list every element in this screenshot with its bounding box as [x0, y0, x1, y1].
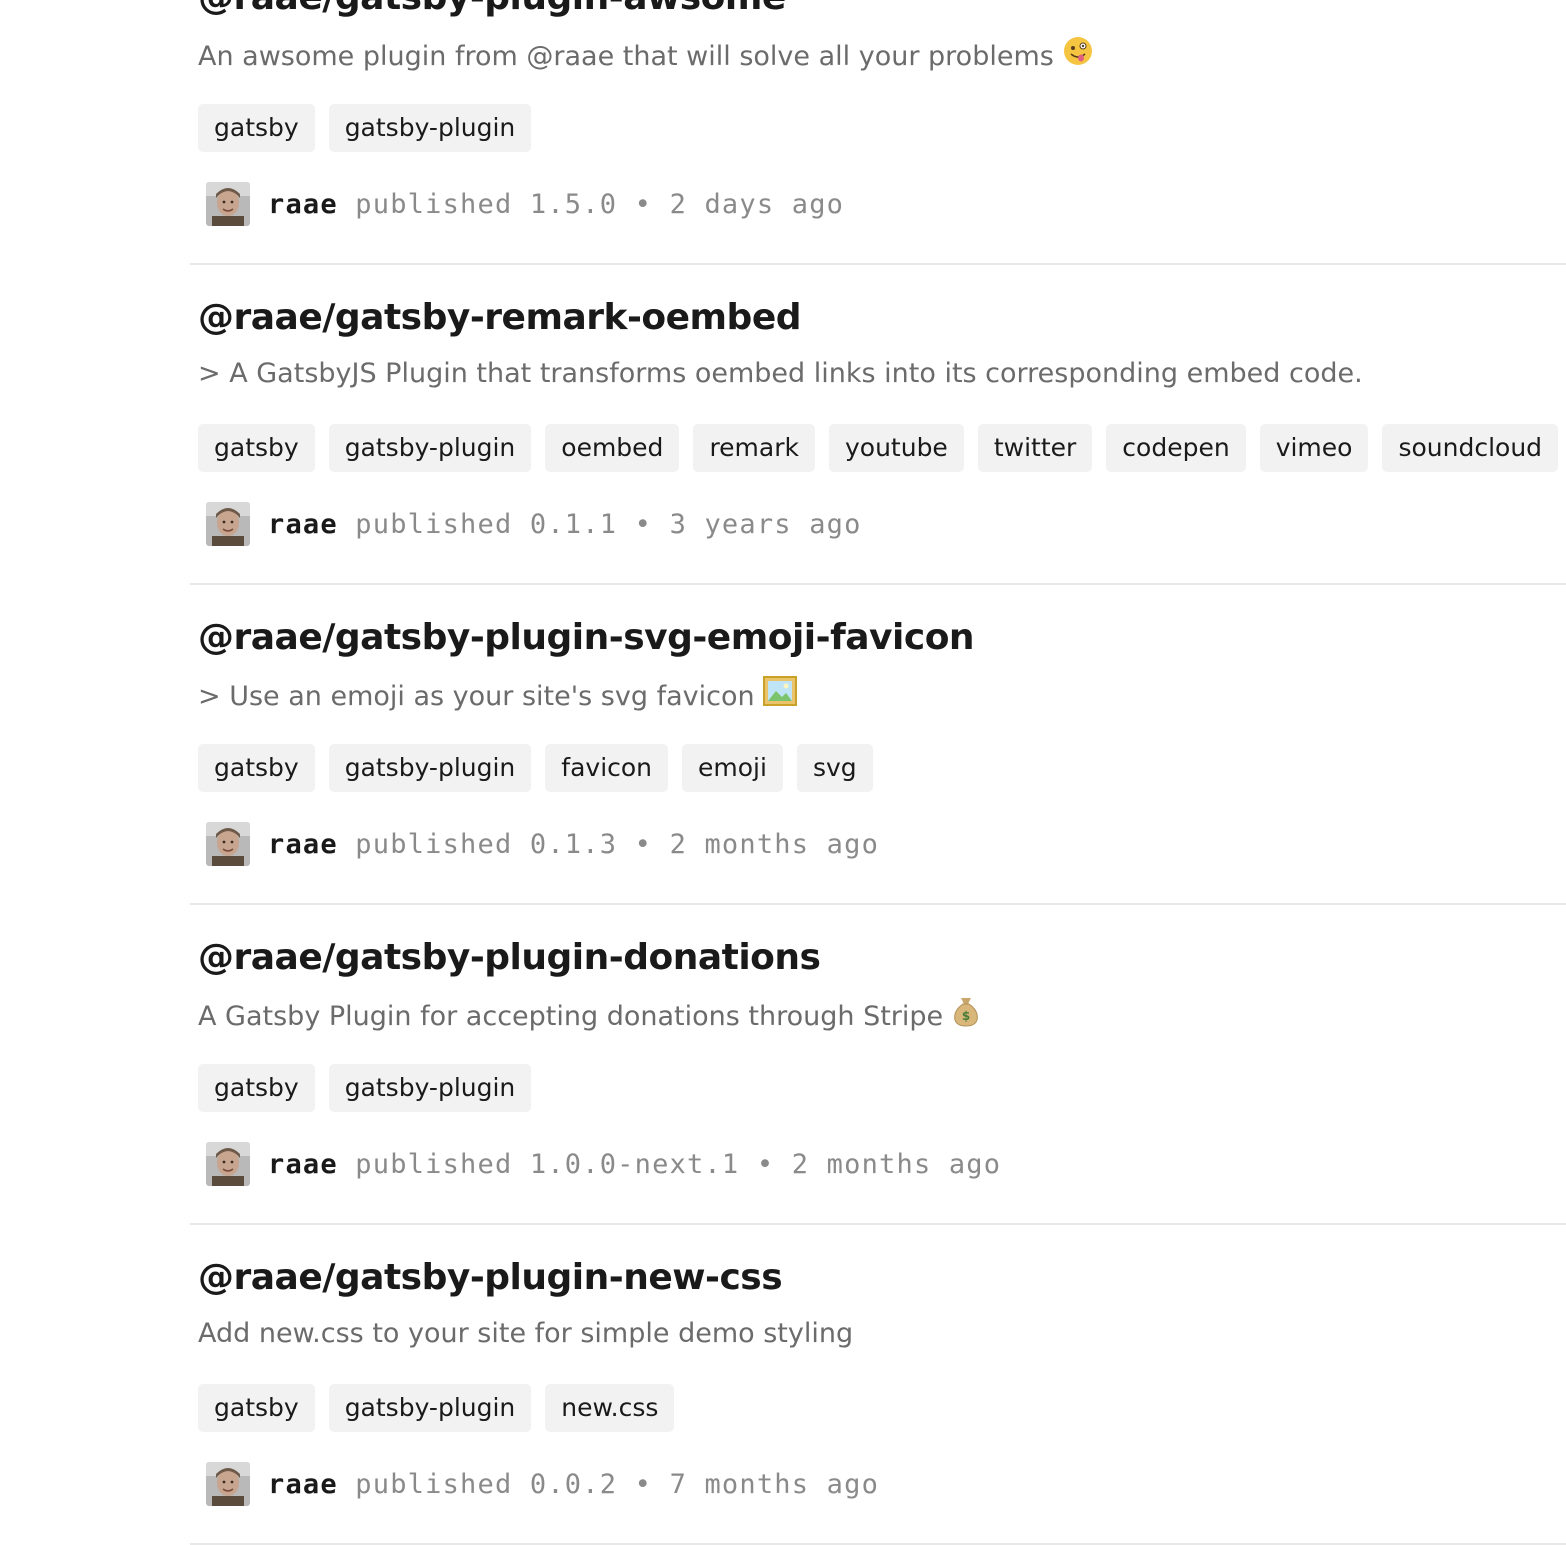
published-label: published: [355, 1148, 513, 1180]
package-description-text: An awsome plugin from @raae that will so…: [198, 41, 1054, 72]
publish-info: raae published 0.0.2 • 7 months ago: [206, 1462, 879, 1506]
tag[interactable]: gatsby-plugin: [328, 744, 532, 792]
publisher-name[interactable]: raae: [268, 509, 338, 540]
zany-face-icon: [1062, 35, 1094, 74]
publish-text: raae published 0.0.2 • 7 months ago: [268, 1469, 879, 1500]
separator: •: [756, 1148, 775, 1180]
avatar[interactable]: [206, 822, 250, 866]
tag[interactable]: soundcloud: [1382, 424, 1559, 472]
tag[interactable]: vimeo: [1259, 424, 1369, 472]
separator: •: [634, 1468, 653, 1500]
tag[interactable]: gatsby: [198, 104, 315, 152]
package-description-text: Add new.css to your site for simple demo…: [198, 1318, 854, 1349]
publisher-name[interactable]: raae: [268, 829, 338, 860]
tag[interactable]: twitter: [977, 424, 1093, 472]
publisher-name[interactable]: raae: [268, 1149, 338, 1180]
published-label: published: [355, 188, 513, 220]
publish-info: raae published 1.0.0-next.1 • 2 months a…: [206, 1142, 1001, 1186]
publish-info: raae published 0.1.1 • 3 years ago: [206, 502, 862, 546]
package-item: @raae/gatsby-plugin-donations A Gatsby P…: [190, 905, 1566, 1225]
published-time: 2 days ago: [669, 188, 845, 220]
package-description-text: A Gatsby Plugin for accepting donations …: [198, 1001, 944, 1032]
tag[interactable]: gatsby-plugin: [328, 1064, 532, 1112]
publish-info: raae published 0.1.3 • 2 months ago: [206, 822, 879, 866]
tag[interactable]: gatsby: [198, 1384, 315, 1432]
svg-text:$: $: [962, 1009, 970, 1023]
published-time: 2 months ago: [791, 1148, 1002, 1180]
publish-text: raae published 0.1.1 • 3 years ago: [268, 509, 862, 540]
tag[interactable]: gatsby: [198, 744, 315, 792]
separator: •: [634, 828, 653, 860]
tag-list: gatsby gatsby-plugin new.css: [198, 1384, 675, 1432]
package-version: 1.5.0: [529, 188, 618, 220]
package-description: An awsome plugin from @raae that will so…: [198, 35, 1094, 77]
package-description-text: > Use an emoji as your site's svg favico…: [198, 681, 755, 712]
tag[interactable]: svg: [796, 744, 873, 792]
avatar[interactable]: [206, 502, 250, 546]
tag[interactable]: youtube: [828, 424, 964, 472]
avatar[interactable]: [206, 182, 250, 226]
tag-list: gatsby gatsby-plugin: [198, 1064, 532, 1112]
avatar[interactable]: [206, 1462, 250, 1506]
package-title[interactable]: @raae/gatsby-plugin-awsome: [198, 0, 786, 18]
separator: •: [634, 508, 653, 540]
package-description: > Use an emoji as your site's svg favico…: [198, 675, 797, 717]
tag[interactable]: codepen: [1106, 424, 1246, 472]
package-title[interactable]: @raae/gatsby-plugin-donations: [198, 937, 821, 978]
published-time: 7 months ago: [669, 1468, 880, 1500]
framed-picture-icon: [762, 675, 797, 714]
tag[interactable]: gatsby-plugin: [328, 424, 532, 472]
tag[interactable]: favicon: [545, 744, 669, 792]
published-label: published: [355, 1468, 513, 1500]
tag[interactable]: oembed: [545, 424, 680, 472]
tag[interactable]: gatsby: [198, 424, 315, 472]
separator: •: [634, 188, 653, 220]
package-title[interactable]: @raae/gatsby-remark-oembed: [198, 297, 802, 338]
tag[interactable]: gatsby-plugin: [328, 1384, 532, 1432]
package-version: 1.0.0-next.1: [529, 1148, 740, 1180]
package-description: Add new.css to your site for simple demo…: [198, 1318, 853, 1349]
package-description: > A GatsbyJS Plugin that transforms oemb…: [198, 358, 1363, 389]
package-description-text: > A GatsbyJS Plugin that transforms oemb…: [198, 358, 1363, 389]
package-list: @raae/gatsby-plugin-awsome An awsome plu…: [190, 0, 1566, 1545]
package-version: 0.1.1: [529, 508, 618, 540]
package-version: 0.1.3: [529, 828, 618, 860]
published-label: published: [355, 828, 513, 860]
package-item: @raae/gatsby-plugin-new-css Add new.css …: [190, 1225, 1566, 1545]
published-time: 2 months ago: [669, 828, 880, 860]
published-label: published: [355, 508, 513, 540]
publisher-name[interactable]: raae: [268, 189, 338, 220]
money-bag-icon: $: [951, 995, 981, 1034]
package-title[interactable]: @raae/gatsby-plugin-svg-emoji-favicon: [198, 617, 975, 658]
package-description: A Gatsby Plugin for accepting donations …: [198, 998, 981, 1037]
package-title[interactable]: @raae/gatsby-plugin-new-css: [198, 1257, 783, 1298]
package-item: @raae/gatsby-plugin-awsome An awsome plu…: [190, 0, 1566, 265]
tag[interactable]: gatsby-plugin: [328, 104, 532, 152]
tag[interactable]: new.css: [545, 1384, 675, 1432]
tag[interactable]: gatsby: [198, 1064, 315, 1112]
package-version: 0.0.2: [529, 1468, 618, 1500]
publish-text: raae published 1.0.0-next.1 • 2 months a…: [268, 1149, 1001, 1180]
tag-list: gatsby gatsby-plugin: [198, 104, 532, 152]
tag-list: gatsby gatsby-plugin oembed remark youtu…: [198, 424, 1559, 472]
tag[interactable]: emoji: [682, 744, 783, 792]
publish-info: raae published 1.5.0 • 2 days ago: [206, 182, 844, 226]
avatar[interactable]: [206, 1142, 250, 1186]
publish-text: raae published 0.1.3 • 2 months ago: [268, 829, 879, 860]
package-item: @raae/gatsby-plugin-svg-emoji-favicon > …: [190, 585, 1566, 905]
tag[interactable]: remark: [693, 424, 815, 472]
package-item: @raae/gatsby-remark-oembed > A GatsbyJS …: [190, 265, 1566, 585]
published-time: 3 years ago: [669, 508, 862, 540]
publish-text: raae published 1.5.0 • 2 days ago: [268, 189, 844, 220]
tag-list: gatsby gatsby-plugin favicon emoji svg: [198, 744, 873, 792]
publisher-name[interactable]: raae: [268, 1469, 338, 1500]
